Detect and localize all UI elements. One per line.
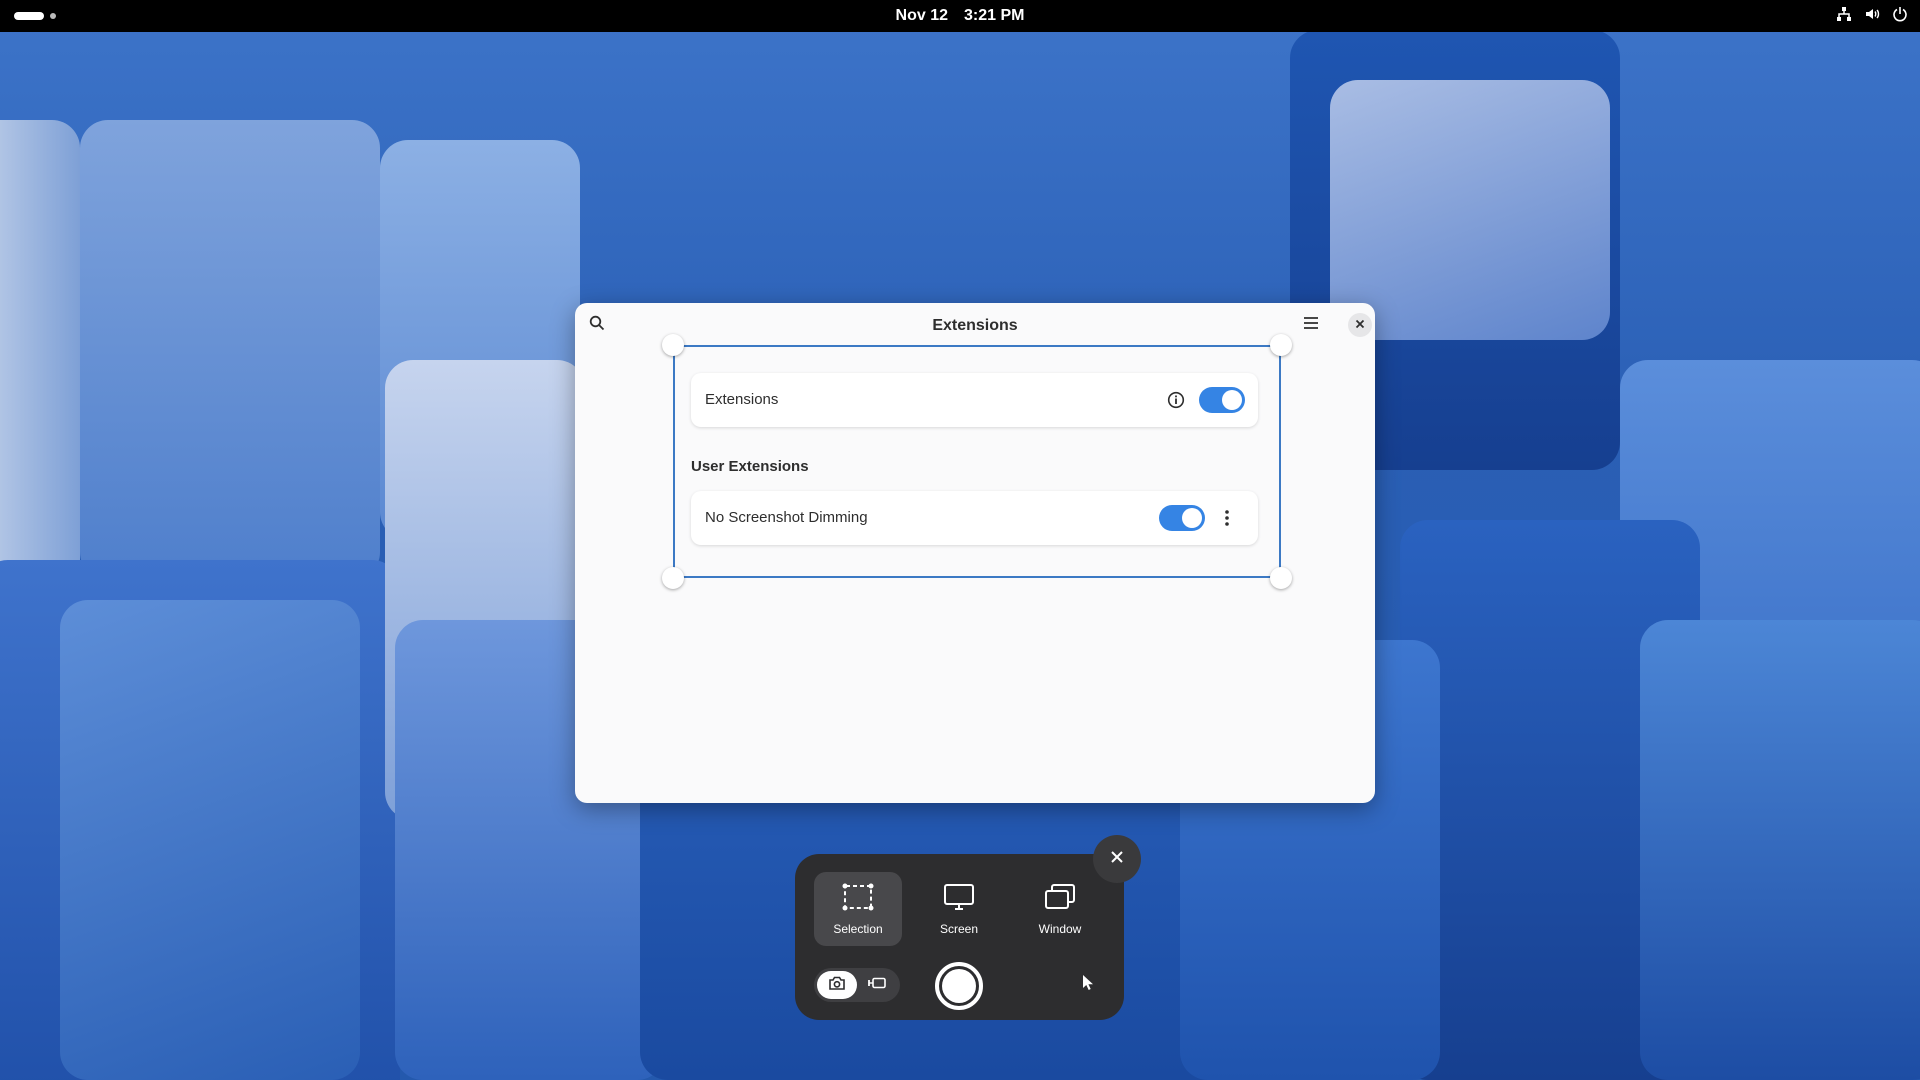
window-title: Extensions [932,317,1018,334]
top-bar: Nov 12 3:21 PM [0,0,1920,32]
mode-screen-button[interactable]: Screen [915,872,1003,946]
selection-icon [842,883,874,916]
screencast-icon [868,976,886,994]
mode-selection-button[interactable]: Selection [814,872,902,946]
screenshot-close-button[interactable] [1093,835,1141,883]
capture-type-toggle [814,968,900,1002]
camera-icon [829,976,845,995]
close-icon [1355,316,1365,334]
clock-date: Nov 12 [895,7,948,24]
selection-handle-bottom-left[interactable] [662,567,684,589]
volume-icon [1864,6,1880,22]
screencast-type-button[interactable] [857,971,897,999]
screenshot-type-button[interactable] [817,971,857,999]
clock-button[interactable]: Nov 12 3:21 PM [0,0,1920,32]
system-tray[interactable] [1836,6,1908,22]
clock-time: 3:21 PM [964,7,1025,24]
power-icon [1892,6,1908,22]
window-close-button[interactable] [1348,313,1372,337]
capture-icon [942,969,976,1003]
selection-handle-top-right[interactable] [1270,334,1292,356]
main-menu-button[interactable] [1297,311,1325,339]
mode-window-label: Window [1038,921,1082,936]
window-icon [1044,883,1076,916]
mode-window-button[interactable]: Window [1016,872,1104,946]
screenshot-selection-area[interactable] [673,345,1281,578]
mode-screen-label: Screen [939,921,979,936]
network-icon [1836,6,1852,22]
screen-icon [943,883,975,916]
selection-handle-top-left[interactable] [662,334,684,356]
menu-icon [1303,315,1319,336]
close-icon [1110,850,1124,869]
mode-selection-label: Selection [833,921,883,936]
show-pointer-button[interactable] [1076,973,1100,997]
selection-handle-bottom-right[interactable] [1270,567,1292,589]
pointer-icon [1081,974,1095,997]
screenshot-panel: Selection Screen Window [795,854,1124,1020]
capture-button[interactable] [935,962,983,1010]
